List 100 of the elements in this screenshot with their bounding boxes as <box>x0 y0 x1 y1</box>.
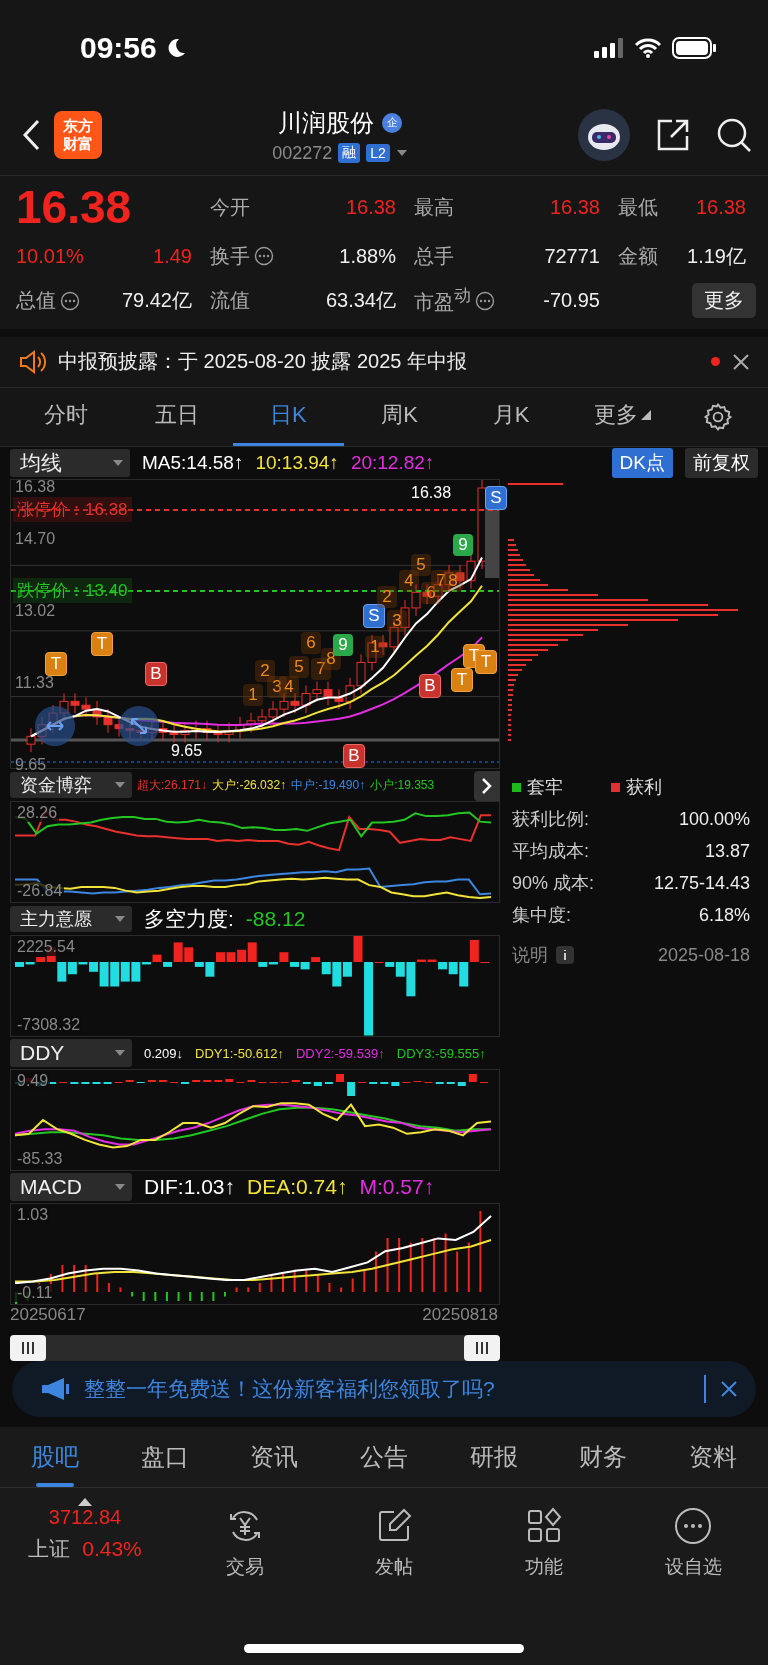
indicator-select[interactable]: 主力意愿 <box>10 906 132 933</box>
stat-label: 流值 <box>210 288 250 314</box>
stat-value: 16.38 <box>549 195 600 219</box>
date-label: 2025-08-18 <box>657 944 750 966</box>
period-tab[interactable]: 周K <box>344 387 456 446</box>
section-tab[interactable]: 资料 <box>658 1427 768 1488</box>
index-value: 3712.84 <box>48 1506 122 1530</box>
section-tab[interactable]: 股吧 <box>0 1427 110 1488</box>
period-tab[interactable]: 分时 <box>10 387 122 446</box>
toolbar-button[interactable]: 设自选 <box>618 1498 768 1582</box>
axis-label: 28.26 <box>15 804 60 823</box>
axis-label: 16.38 <box>15 478 56 497</box>
limit-price-label: 跌停价：13.40 <box>13 578 132 604</box>
stat-value: 79.42亿 <box>121 288 192 314</box>
current-price: 16.38 <box>16 181 132 233</box>
stat-label: 换手 <box>210 243 250 269</box>
indicator-reading: DDY1:-50.612↑ <box>195 1045 284 1061</box>
stat-value: 16.38 <box>695 195 746 219</box>
stock-tag: 融 <box>338 143 361 163</box>
indicator-reading: M:0.57↑ <box>359 1175 435 1200</box>
stat-value: 13.87 <box>704 840 750 862</box>
signal-marker: 3 <box>387 610 407 633</box>
signal-marker: B <box>419 674 441 699</box>
stat-label: 总值 <box>16 288 56 314</box>
stat-value: 1.88% <box>339 244 396 268</box>
indicator-reading: 大户:-26.032↑ <box>212 776 287 794</box>
indicator-select[interactable]: 均线 <box>10 449 130 477</box>
axis-label: 13.02 <box>15 602 56 621</box>
signal-marker: 2 <box>377 586 397 609</box>
promo-banner[interactable]: 整整一年免费送！这份新客福利您领取了吗? <box>12 1361 756 1418</box>
signal-marker: B <box>145 662 167 687</box>
stat-value: 1.19亿 <box>687 243 746 269</box>
stat-value: 6.18% <box>698 904 750 926</box>
indicator-reading: DEA:0.74↑ <box>247 1175 348 1200</box>
section-tab[interactable]: 公告 <box>329 1427 439 1488</box>
indicator-select[interactable]: MACD <box>10 1173 132 1202</box>
indicator-reading: 中户:-19.490↑ <box>291 776 366 794</box>
change-percent: 10.01% <box>16 244 84 268</box>
axis-label: 9.65 <box>15 756 47 775</box>
stock-name: 川润股份 <box>278 107 374 138</box>
toolbar-button[interactable]: 功能 <box>469 1498 619 1582</box>
period-tab[interactable]: 日K <box>232 387 344 446</box>
signal-marker: T <box>91 632 113 657</box>
notice-text: 中报预披露：于 2025-08-20 披露 2025 年中报 <box>58 349 469 375</box>
signal-marker: 5 <box>411 554 431 577</box>
section-tab[interactable]: 研报 <box>438 1427 549 1488</box>
indicator-reading: DIF:1.03↑ <box>144 1175 236 1200</box>
stat-value: 12.75-14.43 <box>653 872 750 894</box>
signal-marker: 6 <box>301 632 321 655</box>
price-tag: 16.38 <box>411 484 452 503</box>
stat-value: 16.38 <box>345 195 396 219</box>
toolbar-button[interactable]: 发帖 <box>319 1498 469 1582</box>
section-tab[interactable]: 财务 <box>548 1427 659 1488</box>
ma-reading: 10:13.94↑ <box>255 452 339 474</box>
stat-label: 获利比例: <box>512 808 589 832</box>
index-quote[interactable]: 3712.84 上证 0.43% <box>0 1498 170 1582</box>
axis-label: -0.11 <box>15 1284 55 1303</box>
stat-value: 100.00% <box>678 808 750 830</box>
legend-label: 获利 <box>626 776 662 800</box>
signal-marker: 5 <box>289 656 309 679</box>
stat-label: 最低 <box>618 194 658 220</box>
indicator-reading: -88.12 <box>245 907 306 932</box>
ma-reading: MA5:14.58↑ <box>142 452 244 474</box>
chart-option-button[interactable]: 前复权 <box>685 448 758 478</box>
index-change: 0.43% <box>82 1537 142 1562</box>
period-tab[interactable]: 月K <box>455 387 567 446</box>
signal-marker: T <box>451 668 473 693</box>
stat-label: 集中度: <box>512 904 571 928</box>
logo-text: 财富 <box>63 135 93 153</box>
logo-text: 东方 <box>63 117 93 135</box>
section-tab[interactable]: 盘口 <box>109 1427 220 1488</box>
help-link[interactable]: 说明 <box>512 943 548 968</box>
axis-label: 14.70 <box>15 530 56 549</box>
axis-label: 2225.54 <box>15 938 77 957</box>
period-tab[interactable]: 五日 <box>121 387 233 446</box>
stat-value: -70.95 <box>543 289 600 313</box>
indicator-reading: 0.209↓ <box>144 1045 184 1061</box>
chart-option-button[interactable]: DK点 <box>611 448 673 478</box>
stat-label: 今开 <box>210 194 250 220</box>
promo-text: 整整一年免费送！这份新客福利您领取了吗? <box>84 1376 496 1403</box>
signal-marker: S <box>485 486 507 511</box>
indicator-select[interactable]: DDY <box>10 1039 132 1068</box>
index-name: 上证 <box>28 1536 71 1563</box>
stat-label: 总手 <box>414 243 454 269</box>
signal-marker: T <box>475 650 497 675</box>
date-label: 20250617 <box>10 1305 86 1327</box>
stat-value: 72771 <box>544 244 600 268</box>
section-tab[interactable]: 资讯 <box>219 1427 330 1488</box>
stock-tag: L2 <box>366 144 390 162</box>
period-tab[interactable]: 更多 <box>566 387 678 446</box>
stat-label: 最高 <box>414 194 454 220</box>
low-price-label: 9.65 <box>171 742 203 761</box>
more-button[interactable]: 更多 <box>692 283 756 319</box>
indicator-reading: 多空力度: <box>144 906 234 933</box>
indicator-reading: DDY2:-59.539↑ <box>295 1045 385 1061</box>
signal-marker: S <box>363 604 385 629</box>
stat-value: 63.34亿 <box>325 288 396 314</box>
indicator-select[interactable]: 资金博弈 <box>10 772 132 799</box>
indicator-reading: DDY3:-59.555↑ <box>396 1045 486 1061</box>
toolbar-button[interactable]: 交易 <box>170 1498 320 1582</box>
